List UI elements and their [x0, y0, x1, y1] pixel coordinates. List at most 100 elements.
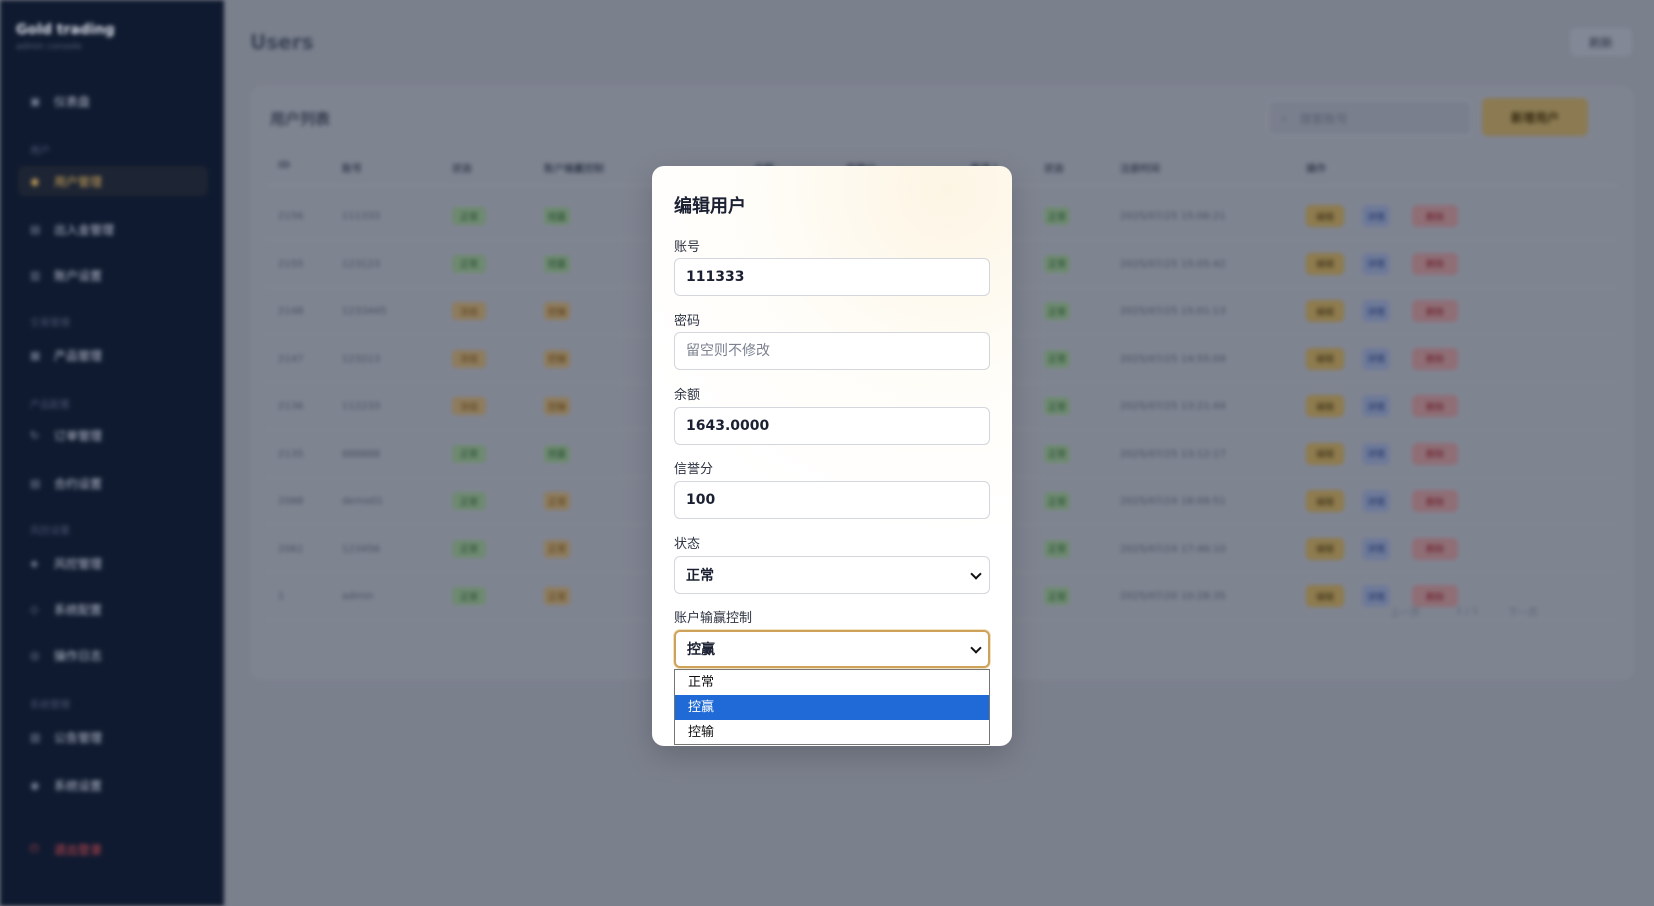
shield-icon: ◈: [30, 556, 39, 570]
balance-field[interactable]: [674, 407, 990, 445]
win-loss-control-label: 账户输赢控制: [674, 611, 753, 626]
status-label: 状态: [674, 537, 701, 552]
sidebar-item-risk[interactable]: ◈ 风控管理: [18, 548, 208, 578]
view-button[interactable]: 详情: [1362, 395, 1390, 417]
edit-button[interactable]: 编辑: [1306, 205, 1344, 227]
option-control-win[interactable]: 控赢: [675, 695, 989, 720]
credit-score-field[interactable]: [674, 481, 990, 519]
sidebar-section: 风控设置: [30, 526, 70, 537]
delete-button[interactable]: 删除: [1412, 395, 1458, 417]
dashboard-icon: ▣: [30, 94, 41, 108]
wallet-icon: ▤: [30, 222, 41, 236]
sidebar-item-logs[interactable]: ◎ 操作日志: [18, 640, 208, 670]
status-badge: 正常: [452, 207, 486, 225]
brand-subtitle: admin console: [16, 42, 82, 52]
refresh-button[interactable]: 刷新: [1570, 28, 1632, 56]
balance-label: 余额: [674, 388, 701, 403]
status-select[interactable]: 正常: [674, 556, 990, 594]
view-button[interactable]: 详情: [1362, 205, 1390, 227]
prev-page-button[interactable]: 上一页: [1390, 600, 1420, 622]
cell-account: demo01: [342, 496, 384, 507]
cell-register-time: 2025/07/25 15:06:21: [1120, 211, 1226, 222]
column-header: ID: [278, 160, 291, 171]
cell-register-time: 2025/07/25 15:05:42: [1120, 258, 1226, 270]
edit-button[interactable]: 编辑: [1306, 442, 1344, 465]
status-badge: 正常: [1044, 492, 1070, 510]
edit-button[interactable]: 编辑: [1306, 252, 1344, 275]
option-normal[interactable]: 正常: [675, 670, 989, 695]
status-badge: 正常: [1044, 397, 1070, 415]
refresh-icon: ↻: [30, 428, 40, 442]
sidebar-item-funds[interactable]: ▤ 出入金管理: [18, 214, 208, 244]
logout-button[interactable]: ⏻ 退出登录: [18, 834, 208, 864]
search-input[interactable]: ⌕ 搜索账号: [1268, 100, 1472, 136]
brand-title: Gold trading: [16, 22, 115, 38]
sidebar-item-label: 风控管理: [54, 556, 103, 571]
cell-register-time: 2025/07/24 18:09:51: [1120, 496, 1226, 507]
cell-register-time: 2025/07/20 10:28:35: [1120, 591, 1226, 602]
delete-button[interactable]: 删除: [1412, 300, 1458, 322]
view-button[interactable]: 详情: [1362, 490, 1390, 512]
delete-button[interactable]: 删除: [1412, 490, 1458, 512]
password-field[interactable]: [674, 332, 990, 370]
column-header: 操作: [1306, 164, 1326, 175]
column-header: 注册时间: [1120, 164, 1160, 175]
cell-id: 2156: [278, 211, 304, 222]
sidebar-item-label: 合约设置: [54, 476, 103, 491]
contract-icon: ▤: [30, 476, 41, 490]
edit-button[interactable]: 编辑: [1306, 537, 1344, 560]
option-control-lose[interactable]: 控输: [675, 720, 989, 745]
edit-button[interactable]: 编辑: [1306, 347, 1344, 370]
sidebar-section: 用户: [30, 146, 50, 157]
sidebar-item-account[interactable]: ▥ 账户设置: [18, 260, 208, 290]
edit-button[interactable]: 编辑: [1306, 490, 1344, 512]
logout-label: 退出登录: [54, 842, 103, 857]
sidebar-item-dashboard[interactable]: ▣ 仪表盘: [18, 86, 208, 116]
user-icon: ◉: [30, 174, 40, 188]
account-field[interactable]: [674, 258, 990, 296]
edit-button[interactable]: 编辑: [1306, 395, 1344, 417]
view-button[interactable]: 详情: [1362, 442, 1390, 465]
cell-id: 2147: [278, 353, 304, 365]
next-page-button[interactable]: 下一页: [1508, 600, 1538, 622]
logout-icon: ⏻: [30, 842, 39, 855]
win-loss-control-options: 正常 控赢 控输: [674, 669, 990, 745]
column-header: 状态: [452, 164, 472, 175]
delete-button[interactable]: 删除: [1412, 347, 1458, 370]
delete-button[interactable]: 删除: [1412, 205, 1458, 227]
edit-button[interactable]: 编辑: [1306, 585, 1344, 607]
view-button[interactable]: 详情: [1362, 585, 1390, 607]
cell-account: admin: [342, 591, 374, 602]
account-label: 账号: [674, 240, 701, 255]
column-header: 状态: [1044, 164, 1064, 175]
cell-id: 2148: [278, 306, 304, 317]
sidebar-item-label: 仪表盘: [54, 94, 91, 109]
sidebar-item-notice[interactable]: ▧ 公告管理: [18, 722, 208, 752]
product-icon: ▦: [30, 348, 41, 362]
win-loss-control-value: 控赢: [687, 642, 715, 658]
view-button[interactable]: 详情: [1362, 347, 1390, 370]
view-button[interactable]: 详情: [1362, 537, 1390, 560]
delete-button[interactable]: 删除: [1412, 442, 1458, 465]
sidebar-item-label: 操作日志: [54, 648, 103, 663]
status-badge: 正常: [452, 492, 486, 510]
control-badge: 控赢: [544, 207, 570, 225]
delete-button[interactable]: 删除: [1412, 537, 1458, 560]
view-button[interactable]: 详情: [1362, 252, 1390, 275]
edit-button[interactable]: 编辑: [1306, 300, 1344, 322]
win-loss-control-select[interactable]: 控赢: [674, 630, 990, 668]
sidebar-item-users[interactable]: ◉ 用户管理: [18, 166, 208, 196]
sidebar-item-products[interactable]: ▦ 产品管理: [18, 340, 208, 370]
sidebar-item-orders[interactable]: ↻ 订单管理: [18, 420, 208, 450]
sidebar-item-settings[interactable]: ◉ 系统设置: [18, 770, 208, 800]
status-badge: 正常: [452, 254, 486, 273]
sidebar-item-contracts[interactable]: ▤ 合约设置: [18, 468, 208, 498]
control-badge: 正常: [544, 587, 570, 605]
password-label: 密码: [674, 314, 701, 329]
sidebar-item-config[interactable]: ◇ 系统配置: [18, 594, 208, 624]
view-button[interactable]: 详情: [1362, 300, 1390, 322]
add-user-button[interactable]: 新增用户: [1482, 98, 1588, 136]
search-placeholder: 搜索账号: [1299, 111, 1348, 126]
status-badge: 正常: [1044, 587, 1070, 605]
delete-button[interactable]: 删除: [1412, 252, 1458, 275]
